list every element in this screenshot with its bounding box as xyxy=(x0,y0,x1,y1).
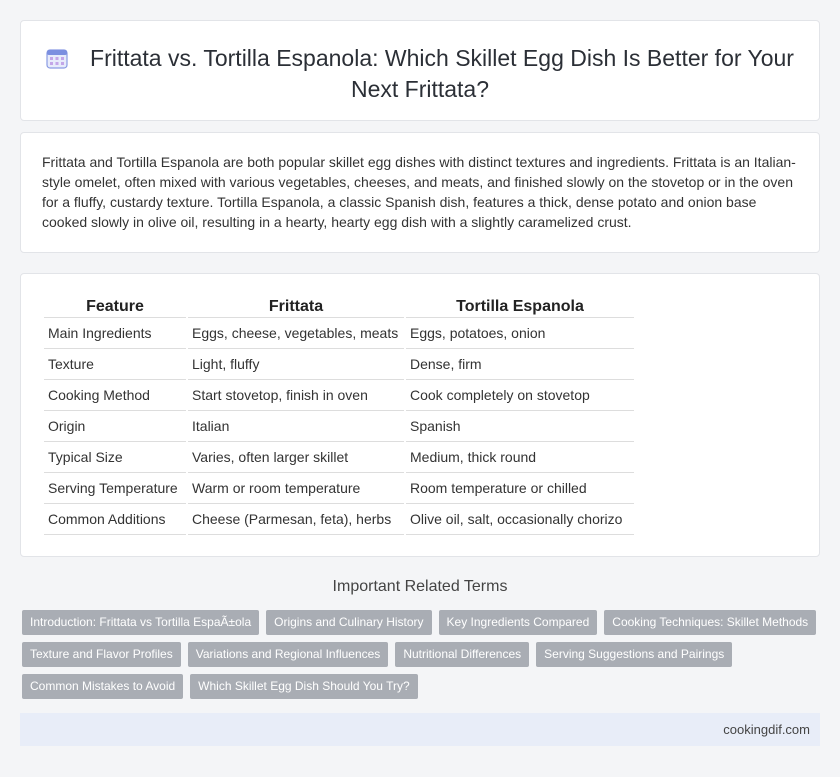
related-term-tag[interactable]: Cooking Techniques: Skillet Methods xyxy=(604,610,817,635)
table-row: Common Additions Cheese (Parmesan, feta)… xyxy=(44,504,634,535)
footer-bar: cookingdif.com xyxy=(20,713,820,746)
related-terms-heading: Important Related Terms xyxy=(332,578,508,595)
related-term-tag[interactable]: Texture and Flavor Profiles xyxy=(22,642,181,667)
related-term-tag[interactable]: Origins and Culinary History xyxy=(266,610,432,635)
related-term-tag[interactable]: Introduction: Frittata vs Tortilla EspaÃ… xyxy=(22,610,260,635)
feature-cell: Texture xyxy=(44,349,186,380)
table-row: Serving Temperature Warm or room tempera… xyxy=(44,473,634,504)
table-row: Typical Size Varies, often larger skille… xyxy=(44,442,634,473)
comparison-table: Feature Frittata Tortilla Espanola Main … xyxy=(42,296,636,535)
site-name[interactable]: cookingdif.com xyxy=(723,722,810,737)
related-terms-tags: Introduction: Frittata vs Tortilla EspaÃ… xyxy=(22,610,822,706)
tag-row: Introduction: Frittata vs Tortilla EspaÃ… xyxy=(22,610,822,635)
tortilla-cell: Medium, thick round xyxy=(406,442,634,473)
column-header-frittata: Frittata xyxy=(188,296,404,318)
calendar-icon xyxy=(46,49,68,69)
table-row: Main Ingredients Eggs, cheese, vegetable… xyxy=(44,318,634,349)
table-row: Texture Light, fluffy Dense, firm xyxy=(44,349,634,380)
tag-row: Texture and Flavor Profiles Variations a… xyxy=(22,642,822,667)
comparison-card: Feature Frittata Tortilla Espanola Main … xyxy=(20,273,820,557)
tortilla-cell: Spanish xyxy=(406,411,634,442)
table-header-row: Feature Frittata Tortilla Espanola xyxy=(44,296,634,318)
column-header-tortilla: Tortilla Espanola xyxy=(406,296,634,318)
page-title: Frittata vs. Tortilla Espanola: Which Sk… xyxy=(90,45,794,102)
feature-cell: Main Ingredients xyxy=(44,318,186,349)
frittata-cell: Varies, often larger skillet xyxy=(188,442,404,473)
related-term-tag[interactable]: Serving Suggestions and Pairings xyxy=(536,642,733,667)
tortilla-cell: Room temperature or chilled xyxy=(406,473,634,504)
related-term-tag[interactable]: Variations and Regional Influences xyxy=(187,642,389,667)
tag-row: Common Mistakes to Avoid Which Skillet E… xyxy=(22,674,822,699)
related-term-tag[interactable]: Which Skillet Egg Dish Should You Try? xyxy=(190,674,418,699)
frittata-cell: Warm or room temperature xyxy=(188,473,404,504)
related-term-tag[interactable]: Nutritional Differences xyxy=(395,642,530,667)
table-row: Cooking Method Start stovetop, finish in… xyxy=(44,380,634,411)
column-header-feature: Feature xyxy=(44,296,186,318)
tortilla-cell: Dense, firm xyxy=(406,349,634,380)
frittata-cell: Cheese (Parmesan, feta), herbs xyxy=(188,504,404,535)
frittata-cell: Start stovetop, finish in oven xyxy=(188,380,404,411)
feature-cell: Serving Temperature xyxy=(44,473,186,504)
frittata-cell: Eggs, cheese, vegetables, meats xyxy=(188,318,404,349)
feature-cell: Typical Size xyxy=(44,442,186,473)
tortilla-cell: Eggs, potatoes, onion xyxy=(406,318,634,349)
title-card: Frittata vs. Tortilla Espanola: Which Sk… xyxy=(20,20,820,121)
tortilla-cell: Cook completely on stovetop xyxy=(406,380,634,411)
intro-card: Frittata and Tortilla Espanola are both … xyxy=(20,132,820,253)
feature-cell: Origin xyxy=(44,411,186,442)
table-row: Origin Italian Spanish xyxy=(44,411,634,442)
related-term-tag[interactable]: Key Ingredients Compared xyxy=(438,610,598,635)
frittata-cell: Light, fluffy xyxy=(188,349,404,380)
page-title-wrap: Frittata vs. Tortilla Espanola: Which Sk… xyxy=(21,43,819,105)
related-term-tag[interactable]: Common Mistakes to Avoid xyxy=(22,674,184,699)
feature-cell: Common Additions xyxy=(44,504,186,535)
intro-paragraph: Frittata and Tortilla Espanola are both … xyxy=(42,154,796,230)
tortilla-cell: Olive oil, salt, occasionally chorizo xyxy=(406,504,634,535)
frittata-cell: Italian xyxy=(188,411,404,442)
feature-cell: Cooking Method xyxy=(44,380,186,411)
